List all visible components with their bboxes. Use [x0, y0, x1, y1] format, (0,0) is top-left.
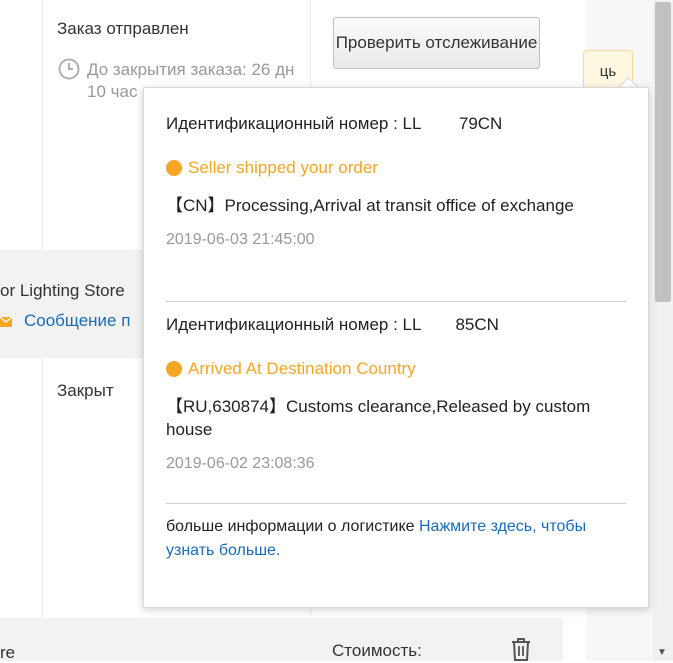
column-divider — [42, 358, 43, 618]
envelope-icon — [0, 316, 12, 327]
footer-partial-text: re — [0, 643, 16, 662]
event-description: 【CN】Processing,Arrival at transit office… — [166, 196, 574, 215]
scrollbar-thumb[interactable] — [655, 2, 671, 302]
event-timestamp: 2019-06-03 21:45:00 — [166, 231, 315, 248]
status-dot-icon — [166, 361, 182, 377]
divider — [166, 301, 626, 302]
shipment-block: Идентификационный номер : LL 79CN Seller… — [166, 114, 628, 249]
tracking-popup: Идентификационный номер : LL 79CN Seller… — [143, 87, 649, 608]
left-column — [0, 0, 43, 250]
check-tracking-button[interactable]: Проверить отслеживание — [333, 17, 540, 69]
message-seller-link[interactable]: Сообщение п — [24, 311, 130, 331]
event-description: 【RU,630874】Customs clearance,Released by… — [166, 397, 591, 439]
order-footer-bar — [0, 618, 563, 661]
order-status: Заказ отправлен — [57, 19, 189, 38]
store-name[interactable]: or Lighting Store — [0, 281, 125, 301]
more-info-text: больше информации о логистике — [166, 518, 419, 535]
event-timestamp: 2019-06-02 23:08:36 — [166, 455, 315, 472]
status-dot-icon — [166, 160, 182, 176]
divider — [166, 503, 626, 504]
logistics-more-info: больше информации о логистике Нажмите зд… — [166, 515, 628, 563]
tracking-number: Идентификационный номер : LL 85CN — [166, 315, 499, 334]
event-title: Arrived At Destination Country — [188, 359, 416, 378]
event-title: Seller shipped your order — [188, 158, 378, 177]
scroll-down-icon[interactable]: ▼ — [657, 647, 667, 658]
tracking-number: Идентификационный номер : LL 79CN — [166, 114, 503, 133]
event-header: Seller shipped your order — [166, 158, 628, 178]
order-closed-status: Закрыт — [57, 381, 114, 400]
trash-icon[interactable] — [510, 637, 532, 661]
cost-label: Стоимость: — [332, 641, 422, 660]
shipment-block: Идентификационный номер : LL 85CN Arrive… — [166, 315, 628, 473]
clock-icon — [58, 58, 80, 80]
event-header: Arrived At Destination Country — [166, 359, 628, 379]
